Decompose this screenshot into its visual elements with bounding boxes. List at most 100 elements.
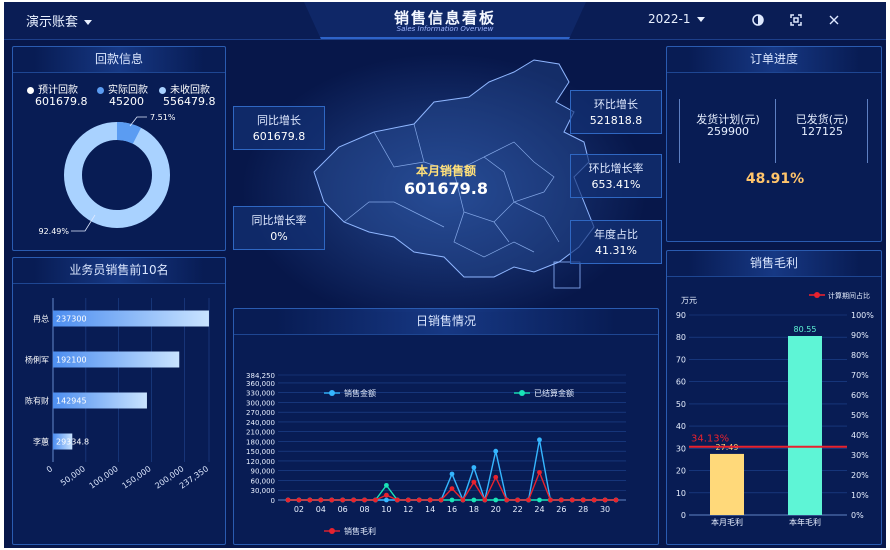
collection-donut: 7.51% 92.49% xyxy=(38,113,176,236)
x-tick-label: 50,000 xyxy=(59,464,87,487)
shipped-value: 127125 xyxy=(801,125,843,138)
data-point xyxy=(471,465,477,470)
collection-panel: 回款信息 预计回款 601679.8 实际回款 45200 未收回款 55647… xyxy=(12,46,226,251)
salesperson-title: 业务员销售前10名 xyxy=(13,258,225,284)
y2-tick-label: 60% xyxy=(851,391,869,400)
bar-value-label: 237300 xyxy=(56,315,87,324)
data-point xyxy=(384,492,389,498)
data-point xyxy=(351,497,356,503)
x-tick-label: 04 xyxy=(316,505,326,514)
y-tick-label: 60,000 xyxy=(251,477,276,485)
category-label: 本月毛利 xyxy=(711,517,743,527)
y-tick-label: 90 xyxy=(676,311,686,320)
data-point xyxy=(548,497,553,503)
data-point xyxy=(307,497,313,503)
stat-value: 601679.8 xyxy=(252,130,306,143)
x-tick-label: 18 xyxy=(469,505,479,514)
data-point xyxy=(405,497,411,503)
x-tick-label: 20 xyxy=(491,505,501,514)
legend-label: 计算期间占比 xyxy=(828,291,870,300)
y-tick-label: 90,000 xyxy=(251,468,276,476)
data-point xyxy=(329,497,335,503)
profit-bar xyxy=(710,453,744,515)
legend-label: 销售金额 xyxy=(344,388,376,398)
data-point xyxy=(613,497,619,503)
collection-title: 回款信息 xyxy=(13,47,225,73)
y-tick-label: 330,000 xyxy=(246,390,275,398)
category-label: 本年毛利 xyxy=(789,517,821,527)
legend-dot xyxy=(159,86,166,94)
period-label: 2022-1 xyxy=(648,12,691,26)
data-point xyxy=(591,497,597,503)
y2-tick-label: 10% xyxy=(851,491,869,500)
legend-marker xyxy=(329,390,335,396)
x-tick-label: 28 xyxy=(578,505,588,514)
y-tick-label: 60 xyxy=(676,378,686,387)
donut-slice-uncollected xyxy=(64,122,170,228)
y2-tick-label: 30% xyxy=(851,451,869,460)
monthly-sales-value: 601679.8 xyxy=(403,179,488,198)
data-point xyxy=(394,497,400,503)
y-tick-label: 240,000 xyxy=(246,419,275,427)
y-tick-label: 40 xyxy=(676,422,686,431)
y-tick-label: 10 xyxy=(676,489,686,498)
x-tick-label: 24 xyxy=(534,505,544,514)
data-point xyxy=(416,497,422,503)
stat-yoy-growth: 同比增长 601679.8 xyxy=(233,106,325,150)
profit-bar xyxy=(788,336,822,515)
monthly-sales-center: 本月销售额 601679.8 xyxy=(396,162,496,198)
category-label: 李蕙 xyxy=(33,437,49,447)
south-sea-inset xyxy=(553,261,581,289)
y2-tick-label: 100% xyxy=(851,311,874,320)
data-point xyxy=(537,437,542,443)
y2-tick-label: 50% xyxy=(851,411,869,420)
plan-value: 259900 xyxy=(707,125,749,138)
data-point xyxy=(438,497,444,503)
legend-label: 销售毛利 xyxy=(344,526,376,536)
x-tick-label: 150,000 xyxy=(120,464,152,490)
x-tick-label: 08 xyxy=(359,505,369,514)
theme-icon[interactable] xyxy=(750,12,766,28)
y2-tick-label: 70% xyxy=(851,371,869,380)
data-point xyxy=(285,497,291,503)
y-tick-label: 180,000 xyxy=(246,438,275,446)
ratio-label: 34.13% xyxy=(691,434,729,445)
x-tick-label: 12 xyxy=(403,505,413,514)
daily-sales-title: 日销售情况 xyxy=(234,309,658,335)
gross-profit-panel: 销售毛利 万元 0 10 20 30 40 50 60 70 80 90 0% 10% 20% 30% 40%… xyxy=(666,250,882,545)
stat-label: 环比增长 xyxy=(594,98,638,111)
data-point xyxy=(449,497,455,503)
stat-annual-share: 年度占比 41.31% xyxy=(570,220,662,264)
period-dropdown[interactable]: 2022-1 xyxy=(648,12,705,26)
data-point xyxy=(515,497,520,503)
data-point xyxy=(449,471,455,477)
y-tick-label: 50 xyxy=(676,400,686,409)
x-tick-label: 30 xyxy=(600,505,610,514)
y-tick-label: 360,000 xyxy=(246,380,275,388)
close-icon[interactable] xyxy=(826,12,842,28)
donut-pct-small: 7.51% xyxy=(150,113,176,122)
legend-expected: 预计回款 xyxy=(27,81,78,96)
y2-tick-label: 90% xyxy=(851,331,869,340)
x-tick-label: 06 xyxy=(338,505,348,514)
data-point xyxy=(526,497,531,503)
legend-marker xyxy=(814,292,820,298)
legend-actual: 实际回款 xyxy=(97,81,148,96)
bar-value-label: 192100 xyxy=(56,356,87,365)
header-bar: 演示账套 销售信息看板 Sales Information Overview 2… xyxy=(4,2,886,40)
stat-value: 521818.8 xyxy=(589,114,643,127)
data-point xyxy=(449,486,455,492)
monthly-sales-label: 本月销售额 xyxy=(415,164,476,178)
y-tick-label: 30,000 xyxy=(251,487,276,495)
daily-sales-line-chart: 0 30,000 60,00090,000 120,000 150,000 180,000… xyxy=(246,372,626,536)
gross-profit-title: 销售毛利 xyxy=(667,251,881,277)
stat-value: 0% xyxy=(270,230,288,243)
y-tick-label: 150,000 xyxy=(246,448,275,456)
y-tick-label: 270,000 xyxy=(246,409,275,417)
stat-value: 41.31% xyxy=(595,244,637,257)
fullscreen-icon[interactable] xyxy=(788,12,804,28)
divider xyxy=(679,99,680,163)
chevron-down-icon xyxy=(696,17,705,22)
data-point xyxy=(427,497,433,503)
y-tick-label: 80 xyxy=(676,333,686,342)
